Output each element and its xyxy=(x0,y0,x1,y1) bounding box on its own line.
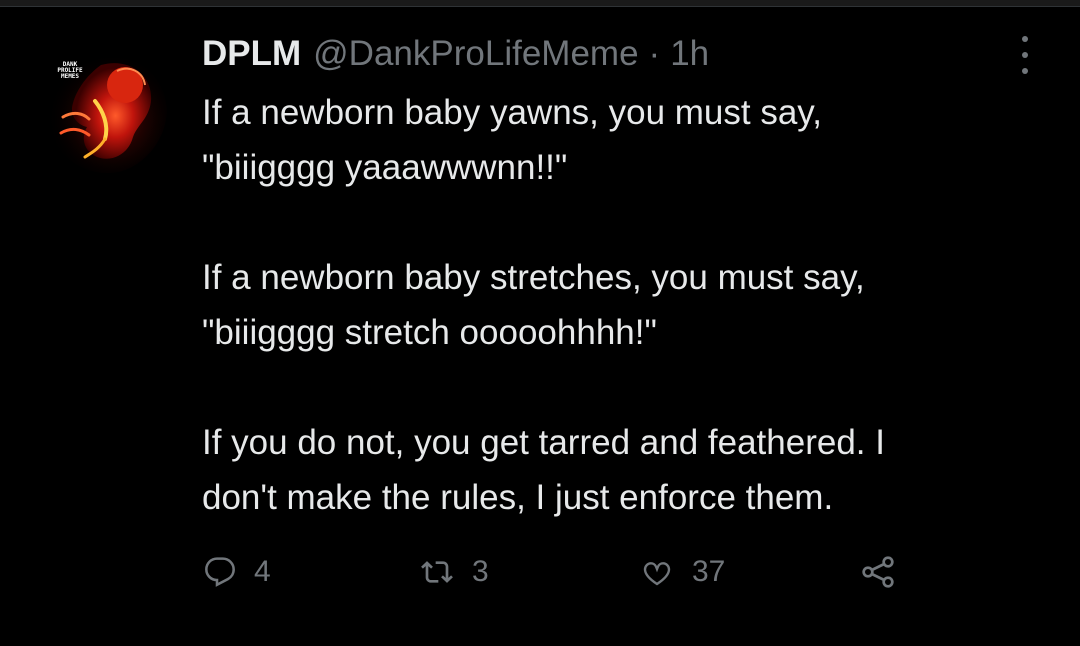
like-count: 37 xyxy=(692,555,726,588)
tweet[interactable]: DANK PROLIFE MEMES DPLM @DankProLifeMeme… xyxy=(0,0,1080,646)
user-handle[interactable]: @DankProLifeMeme xyxy=(313,34,638,74)
tweet-line: "biiigggg yaaawwwnn!!" xyxy=(202,148,568,187)
more-icon[interactable] xyxy=(1010,36,1040,74)
share-button[interactable] xyxy=(856,548,900,596)
tweet-line: If you do not, you get tarred and feathe… xyxy=(202,423,885,462)
more-dot xyxy=(1022,52,1028,58)
heart-icon xyxy=(643,562,671,586)
action-bar: 4 3 37 xyxy=(0,548,1080,596)
more-dot xyxy=(1022,36,1028,42)
tweet-line: don't make the rules, I just enforce the… xyxy=(202,478,834,517)
retweet-icon xyxy=(421,561,453,583)
tweet-header: DPLM @DankProLifeMeme · 1h xyxy=(202,28,709,80)
avatar-logo-text: DANK PROLIFE MEMES xyxy=(57,61,83,80)
reply-button[interactable]: 4 xyxy=(204,548,271,596)
avatar-image xyxy=(33,41,167,175)
reply-icon xyxy=(205,557,235,587)
share-icon xyxy=(862,556,894,588)
timestamp[interactable]: 1h xyxy=(670,34,709,74)
tweet-text: If a newborn baby yawns, you must say, "… xyxy=(202,85,1062,525)
display-name[interactable]: DPLM xyxy=(202,34,301,74)
like-button[interactable]: 37 xyxy=(640,548,725,596)
reply-count: 4 xyxy=(254,555,271,588)
avatar[interactable]: DANK PROLIFE MEMES xyxy=(33,41,167,175)
tweet-line: If a newborn baby stretches, you must sa… xyxy=(202,258,865,297)
retweet-count: 3 xyxy=(472,555,489,588)
tweet-line: If a newborn baby yawns, you must say, xyxy=(202,93,822,132)
retweet-button[interactable]: 3 xyxy=(420,548,489,596)
tweet-line: "biiigggg stretch ooooohhhh!" xyxy=(202,313,657,352)
more-dot xyxy=(1022,68,1028,74)
separator-dot: · xyxy=(648,34,661,73)
